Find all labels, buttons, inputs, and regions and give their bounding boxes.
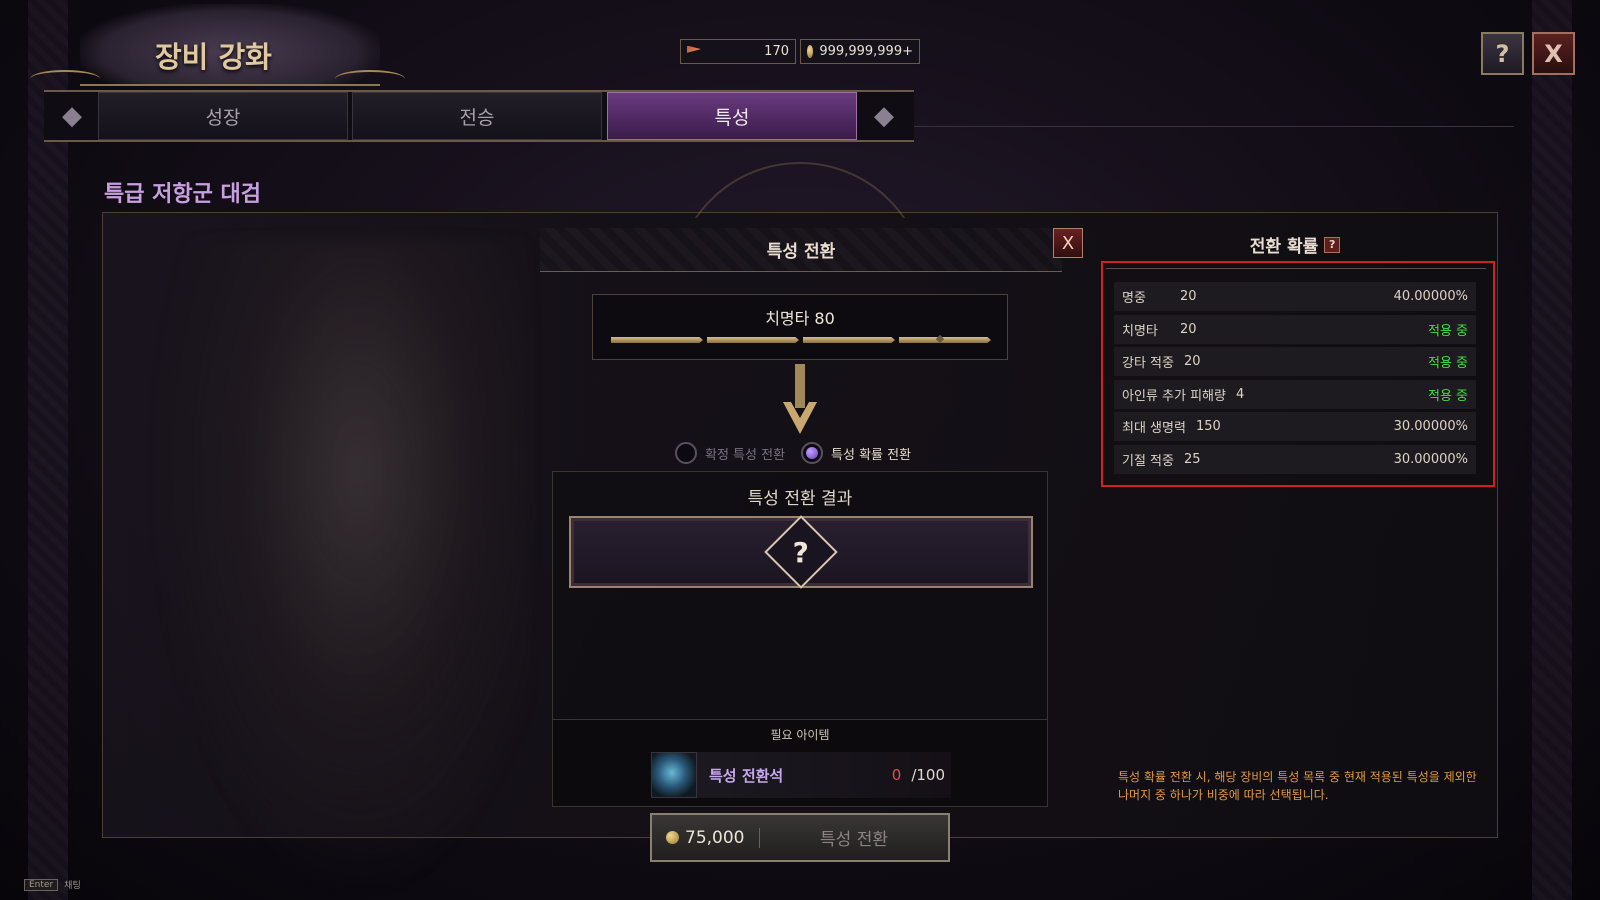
trait-result-slot: ? [569,515,1033,589]
probability-row: 강타 적중 20 적용 중 [1114,347,1476,377]
probability-trait-value: 25 [1183,451,1201,467]
current-trait-panel: 치명타 80 ◆ [592,294,1008,360]
action-cost-value: 75,000 [685,827,745,848]
required-item-name: 특성 전환석 [709,766,784,785]
probability-trait-rate: 40.00000% [1393,289,1468,304]
probability-trait-rate: 30.00000% [1393,419,1468,435]
close-button[interactable]: X [1532,32,1575,75]
tab-growth[interactable]: 성장 [98,92,348,140]
probability-row: 아인류 추가 피해량 4 적용 중 [1114,379,1476,409]
tab-inherit[interactable]: 전승 [352,92,602,140]
probability-row: 최대 생명력 150 30.00000% [1114,412,1476,442]
probability-trait-name: 강타 적중 [1122,356,1174,372]
right-border-pattern [1532,0,1572,900]
arrow-down-icon [783,364,817,434]
required-items-title: 필요 아이템 [770,728,830,742]
mode-probability-label: 특성 확률 전환 [831,447,912,463]
probability-help-icon[interactable]: ? [1324,236,1341,253]
trait-gauge-segment [803,337,895,343]
trait-change-title: 특성 전환 [766,242,836,262]
probability-header: 전환 확률 ? [1100,232,1490,257]
probability-trait-name: 기절 적중 [1122,453,1174,469]
enter-key-badge: Enter [24,878,59,891]
header-divider [914,126,1514,127]
coin-icon [807,45,814,58]
trait-result-title: 특성 전환 결과 [747,489,853,509]
coin-icon [666,831,679,844]
probability-trait-value: 20 [1183,354,1201,370]
action-cost: 75,000 [652,827,760,848]
probability-trait-value: 150 [1195,419,1221,435]
gauge-marker-icon: ◆ [935,332,945,345]
close-icon: X [1544,39,1563,68]
probability-trait-value: 4 [1235,386,1245,402]
probability-table: 명중 20 40.00000% 치명타 20 적용 중 강타 적중 20 적용 … [1114,282,1476,478]
trait-gauge-segment [707,337,799,343]
probability-trait-name: 명중 [1122,291,1146,306]
trait-gauge-segment [611,337,703,343]
mode-probability-radio[interactable] [801,442,824,464]
page-title: 장비 강화 [155,40,272,74]
currency-flag-value: 170 [764,44,789,59]
probability-title: 전환 확률 [1249,237,1319,257]
tab-next-arrow-icon[interactable]: ◆ [862,96,906,136]
mode-confirmed-radio[interactable] [675,442,697,464]
tab-prev-arrow-icon[interactable]: ◆ [50,96,94,136]
trait-stone-icon [651,752,697,798]
required-item-needed: /100 [911,766,945,784]
required-item-owned: 0 [891,766,902,784]
probability-trait-rate: 적용 중 [1427,356,1468,372]
trait-change-header: 특성 전환 [540,228,1062,272]
probability-trait-rate: 30.00000% [1393,451,1468,467]
flag-icon [687,45,701,53]
question-mark-icon: ? [764,515,838,589]
currency-gold: 999,999,999+ [800,39,920,64]
probability-trait-rate: 적용 중 [1427,388,1468,404]
current-trait-label: 치명타 80 [765,309,835,328]
character-preview [150,240,530,900]
tab-trait[interactable]: 특성 [607,92,857,140]
required-items-panel: 필요 아이템 특성 전환석 0 /100 [552,719,1048,807]
probability-row: 명중 20 40.00000% [1114,282,1476,311]
tab-growth-label: 성장 [205,106,241,129]
probability-note: 특성 확률 전환 시, 해당 장비의 특성 목록 중 현재 적용된 특성을 제외… [1118,770,1477,802]
title-flourish-left [30,70,100,88]
probability-trait-name: 아인류 추가 피해량 [1122,388,1226,404]
probability-trait-value: 20 [1180,289,1197,304]
chat-hint-label: 채팅 [64,881,81,891]
help-button[interactable]: ? [1481,32,1524,75]
probability-row: 기절 적중 25 30.00000% [1114,444,1476,474]
currency-gold-value: 999,999,999+ [819,44,913,59]
trait-change-button-label: 특성 전환 [820,830,888,850]
question-mark-glyph: ? [792,535,810,569]
close-icon: X [1061,232,1075,254]
required-item-row[interactable]: 특성 전환석 0 /100 [651,752,951,798]
trait-change-mode-selector: 확정 특성 전환 특성 확률 전환 [675,440,911,466]
probability-trait-rate: 적용 중 [1427,323,1468,339]
trait-change-close-button[interactable]: X [1053,228,1083,258]
equipment-name: 특급 저항군 대검 [104,182,261,207]
chat-hint[interactable]: Enter 채팅 [24,878,81,891]
probability-trait-value: 20 [1180,321,1197,337]
probability-row: 치명타 20 적용 중 [1114,314,1476,344]
title-flourish-right [335,70,405,88]
tab-inherit-label: 전승 [459,106,495,129]
trait-change-button[interactable]: 75,000 특성 전환 [650,813,950,862]
probability-trait-name: 최대 생명력 [1122,421,1186,437]
trait-gauge: ◆ [611,333,991,345]
mode-confirmed-label: 확정 특성 전환 [705,447,786,463]
tab-trait-label: 특성 [714,106,750,129]
currency-flag: 170 [680,39,796,64]
probability-trait-name: 치명타 [1122,323,1158,339]
help-icon: ? [1495,39,1510,68]
